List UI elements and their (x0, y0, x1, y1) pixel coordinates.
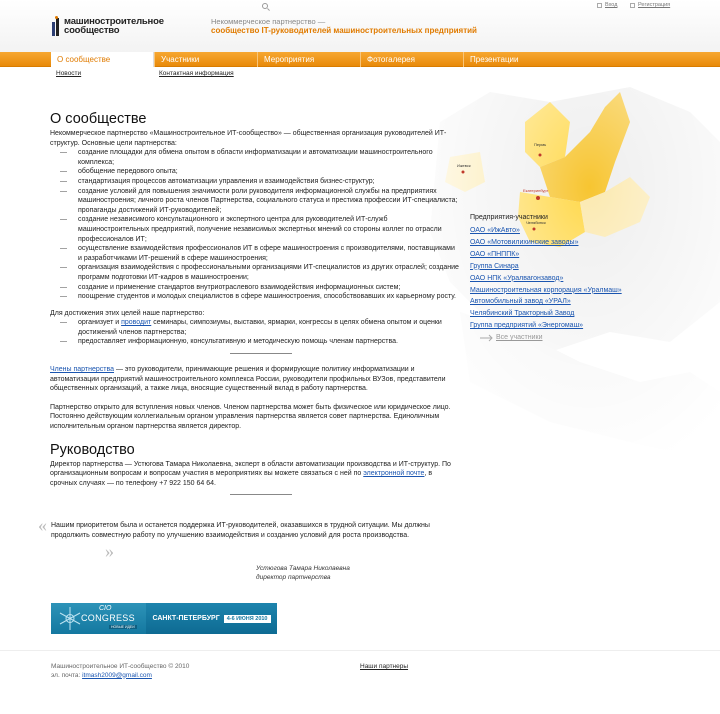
nav-events[interactable]: Мероприятия (257, 52, 360, 67)
members-paragraph: Члены партнерства — это руководители, пр… (50, 366, 446, 393)
members-link[interactable]: Члены партнерства (50, 366, 114, 373)
footer-email-row: эл. почта: itmash2009@gmail.com (51, 671, 152, 679)
tagline-line1: Некоммерческое партнерство — (211, 17, 326, 26)
list-item: создание условий для повышения значимост… (60, 187, 460, 216)
all-members-link[interactable]: Все участники (496, 332, 710, 344)
main-nav: О сообществе Участники Мероприятия Фотог… (0, 52, 720, 67)
footer-divider (0, 650, 720, 651)
partners-link[interactable]: Наши партнеры (360, 663, 408, 670)
banner-cio: CIO (99, 605, 112, 612)
nav-members[interactable]: Участники (154, 52, 257, 67)
sidebar-title: Предприятия-участники (470, 214, 548, 221)
sidebar-member-link[interactable]: Челябинский Тракторный Завод (470, 308, 710, 320)
members-sidebar: Предприятия-участники ОАО «ИжАвто» ОАО «… (470, 213, 710, 344)
sidebar-member-link[interactable]: ОАО НПК «Уралвагонзавод» (470, 273, 710, 285)
open-paragraph: Партнерство открыто для вступления новых… (50, 403, 451, 431)
nav-about[interactable]: О сообществе (51, 52, 154, 67)
arrow-right-icon (480, 334, 493, 342)
copyright: Машиностроительное ИТ-сообщество © 2010 (51, 663, 190, 670)
logo-line2: сообщество (64, 25, 120, 36)
quote-text: Нашим приоритетом была и останется подде… (51, 522, 430, 539)
site-logo[interactable]: машиностроительное сообщество (52, 16, 164, 36)
sidebar-member-link[interactable]: Группа предприятий «Энергомаш» (470, 320, 710, 332)
nav-presentations[interactable]: Презентации (463, 52, 566, 67)
list-item: обобщение передового опыта; (60, 167, 460, 177)
map-label-ekaterinburg: Екатеринбург (523, 188, 549, 193)
open-quote-icon: « (38, 515, 47, 535)
banner-info: САНКТ-ПЕТЕРБУРГ 4-6 ИЮНЯ 2010 (146, 603, 277, 634)
page-title: О сообществе (50, 111, 147, 127)
sidebar-member-link[interactable]: Группа Синара (470, 261, 710, 273)
banner-city: САНКТ-ПЕТЕРБУРГ (152, 615, 220, 622)
nav-gallery[interactable]: Фотогалерея (360, 52, 463, 67)
banner-logo: CIO CONGRESS НОВЫЕ ИДЕИ (51, 603, 146, 634)
search-icon[interactable] (262, 3, 268, 9)
conduct-link[interactable]: проводит (121, 319, 151, 326)
goals-list: создание площадки для обмена опытом в об… (60, 148, 460, 302)
list-item: осуществление взаимодействия профессиона… (60, 244, 460, 263)
email-link[interactable]: электронной почте (363, 470, 424, 477)
sub-nav: Новости Контактная информация (0, 68, 720, 82)
signature: Устюгова Тамара Николаевна директор парт… (256, 565, 350, 582)
logo-icon (52, 16, 60, 36)
footer-email-link[interactable]: itmash2009@gmail.com (82, 672, 152, 679)
all-members-row[interactable]: Все участники (470, 332, 710, 344)
register-link[interactable]: Регистрация (630, 2, 670, 8)
login-icon (597, 2, 602, 8)
header: машиностроительное сообщество Некоммерче… (0, 0, 720, 52)
means-list: организует и проводит семинары, симпозиу… (60, 318, 460, 347)
tagline-line2: сообщество IT-руководителей машиностроит… (211, 26, 477, 35)
divider (230, 353, 292, 355)
list-item: создание независимого консультационного … (60, 215, 460, 244)
list-item: создание и применение стандартов внутрио… (60, 283, 460, 293)
sign-role: директор партнерства (256, 573, 331, 581)
sidebar-member-link[interactable]: Машиностроительная корпорация «Уралмаш» (470, 285, 710, 297)
subnav-news[interactable]: Новости (56, 70, 81, 77)
list-item: стандартизация процессов автоматизации у… (60, 177, 460, 187)
sidebar-member-link[interactable]: ОАО «ИжАвто» (470, 225, 710, 237)
list-item: организация взаимодействия с профессиона… (60, 263, 460, 282)
footer: Машиностроительное ИТ-сообщество © 2010 … (51, 663, 189, 680)
list-item: поощрение студентов и молодых специалист… (60, 292, 460, 302)
banner-dates: 4-6 ИЮНЯ 2010 (223, 614, 271, 623)
sign-name: Устюгова Тамара Николаевна (256, 565, 350, 572)
close-quote-icon: » (105, 541, 114, 561)
congress-banner[interactable]: CIO CONGRESS НОВЫЕ ИДЕИ САНКТ-ПЕТЕРБУРГ … (51, 603, 277, 634)
register-icon (630, 2, 635, 8)
tagline: Некоммерческое партнерство — сообщество … (211, 17, 477, 35)
intro-text: Некоммерческое партнерство «Машиностроит… (50, 130, 447, 147)
sidebar-member-link[interactable]: ОАО «ПНППК» (470, 249, 710, 261)
map-label-perm: Пермь (534, 142, 546, 147)
login-link[interactable]: Вход (597, 2, 617, 8)
divider (230, 494, 292, 496)
leadership-title: Руководство (50, 441, 135, 458)
director-quote: « Нашим приоритетом была и останется под… (38, 515, 458, 561)
main-content: О сообществе Некоммерческое партнерство … (50, 110, 460, 496)
subnav-contacts[interactable]: Контактная информация (159, 70, 234, 77)
banner-congress: CONGRESS (81, 613, 135, 623)
means-intro: Для достижения этих целей наше партнерст… (50, 309, 205, 317)
banner-sub: НОВЫЕ ИДЕИ (109, 625, 137, 629)
list-item: предоставляет информационную, консультат… (60, 337, 460, 347)
list-item: создание площадки для обмена опытом в об… (60, 148, 460, 167)
sidebar-member-link[interactable]: Автомобильный завод «УРАЛ» (470, 296, 710, 308)
sidebar-member-link[interactable]: ОАО «Мотовилихинские заводы» (470, 237, 710, 249)
leadership-paragraph: Директор партнерства — Устюгова Тамара Н… (50, 460, 451, 487)
list-item: организует и проводит семинары, симпозиу… (60, 318, 460, 337)
